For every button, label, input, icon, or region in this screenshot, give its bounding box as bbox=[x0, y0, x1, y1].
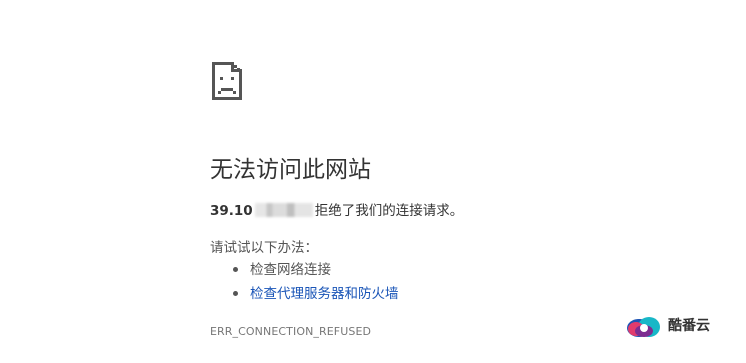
suggestions-label: 请试试以下办法： bbox=[210, 240, 318, 256]
refusal-text: 拒绝了我们的连接请求。 bbox=[314, 203, 464, 219]
sad-document-icon bbox=[212, 62, 242, 100]
watermark-logo: 酷番云 bbox=[622, 311, 744, 341]
suggestion-label: 检查网络连接 bbox=[250, 262, 331, 278]
cloud-logo-icon bbox=[627, 317, 660, 337]
suggestions-list: 检查网络连接 检查代理服务器和防火墙 bbox=[232, 259, 399, 307]
bullet-icon bbox=[233, 267, 238, 272]
suggestion-check-network: 检查网络连接 bbox=[232, 259, 399, 283]
obscured-host-portion bbox=[254, 203, 313, 217]
connection-message: 39.10 拒绝了我们的连接请求。 bbox=[210, 199, 463, 219]
watermark-text: 酷番云 bbox=[668, 318, 710, 334]
suggestion-check-proxy-firewall: 检查代理服务器和防火墙 bbox=[232, 283, 399, 307]
check-proxy-firewall-link[interactable]: 检查代理服务器和防火墙 bbox=[250, 286, 399, 302]
host-name: 39.10 bbox=[210, 203, 253, 219]
error-title: 无法访问此网站 bbox=[210, 157, 371, 183]
bullet-icon bbox=[233, 291, 238, 296]
error-code: ERR_CONNECTION_REFUSED bbox=[210, 325, 372, 338]
error-page: 无法访问此网站 39.10 拒绝了我们的连接请求。 请试试以下办法： 检查网络连接… bbox=[0, 0, 746, 363]
